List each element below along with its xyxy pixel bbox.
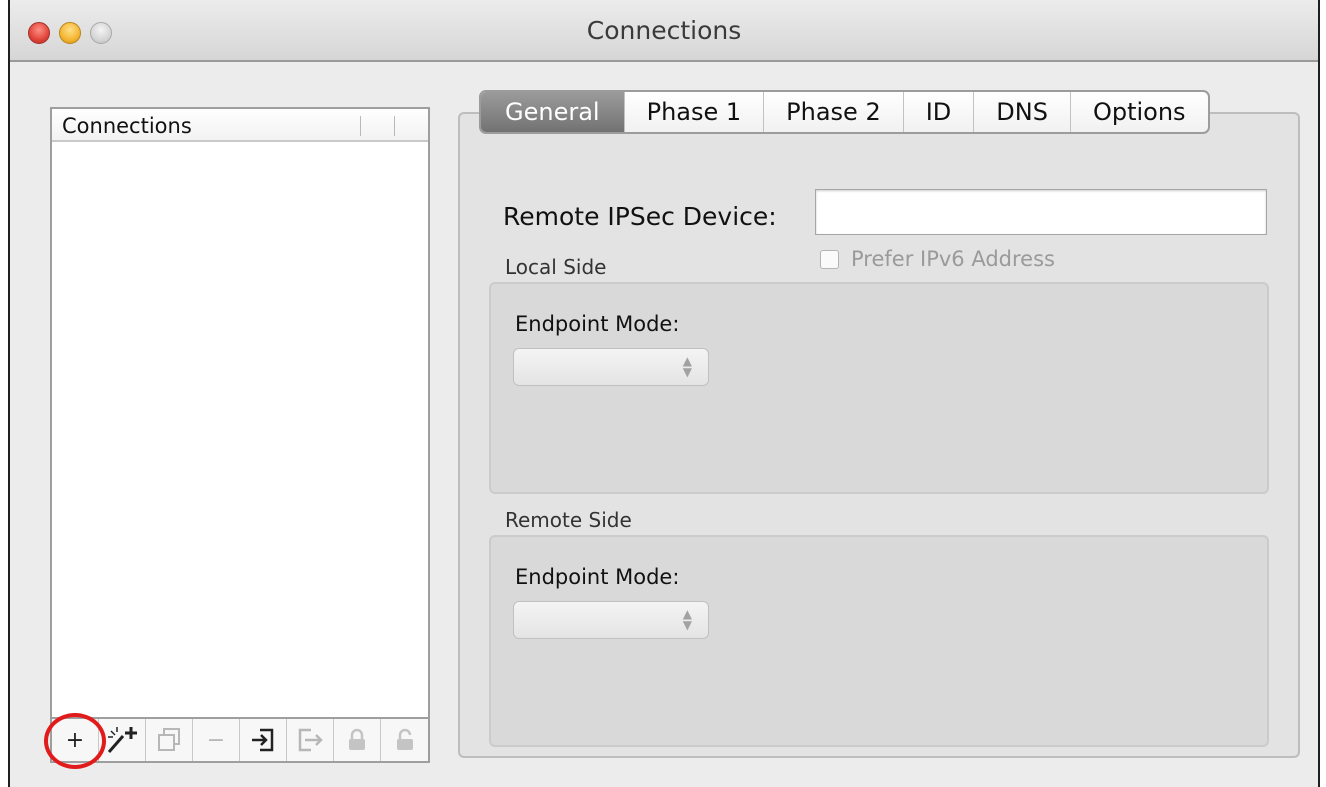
lock-connection-button[interactable] [334,719,381,761]
connections-toolbar: + − [50,719,430,763]
connections-list-header[interactable]: Connections [52,109,428,142]
tab-options[interactable]: Options [1071,92,1208,132]
minus-icon: − [206,727,226,753]
plus-icon: + [65,727,85,753]
column-separator [394,116,395,136]
remote-side-label: Remote Side [505,508,632,532]
magic-wand-plus-icon [107,727,137,753]
local-side-label: Local Side [505,255,607,279]
remote-endpoint-mode-select[interactable]: ▲ ▼ [513,601,709,639]
add-connection-button[interactable]: + [52,719,99,761]
remove-connection-button[interactable]: − [193,719,240,761]
local-endpoint-mode-label: Endpoint Mode: [515,312,680,336]
prefer-ipv6-row: Prefer IPv6 Address [820,247,1055,271]
lock-icon [349,728,365,750]
prefer-ipv6-label: Prefer IPv6 Address [851,247,1055,271]
tab-phase-2[interactable]: Phase 2 [764,92,904,132]
column-separator [360,116,361,136]
connections-column-header: Connections [62,114,192,138]
unlock-connection-button[interactable] [381,719,428,761]
unlock-icon [396,728,413,750]
remote-endpoint-mode-label: Endpoint Mode: [515,565,680,589]
connection-wizard-button[interactable] [99,719,146,761]
export-connection-button[interactable] [287,719,334,761]
prefer-ipv6-checkbox[interactable] [820,249,839,269]
connections-window: Connections Connections + − General Phas… [8,0,1320,787]
duplicate-icon [158,728,180,751]
updown-arrows-icon: ▲ ▼ [682,607,692,632]
remote-ipsec-device-input[interactable] [815,189,1267,235]
local-side-group: Endpoint Mode: ▲ ▼ [489,282,1269,494]
remote-side-group: Endpoint Mode: ▲ ▼ [489,535,1269,747]
tab-phase-1[interactable]: Phase 1 [625,92,765,132]
duplicate-connection-button[interactable] [146,719,193,761]
remote-ipsec-device-label: Remote IPSec Device: [503,202,777,231]
window-content: Connections + − General Phase 1 Phase 2 … [10,62,1318,787]
tab-general[interactable]: General [481,92,625,132]
connections-list[interactable]: Connections [50,107,430,719]
import-icon [252,728,274,752]
updown-arrows-icon: ▲ ▼ [682,354,692,379]
title-bar: Connections [10,0,1318,62]
local-endpoint-mode-select[interactable]: ▲ ▼ [513,348,709,386]
tab-id[interactable]: ID [904,92,975,132]
settings-tabs: General Phase 1 Phase 2 ID DNS Options [479,90,1210,134]
tab-dns[interactable]: DNS [974,92,1071,132]
import-connection-button[interactable] [240,719,287,761]
export-icon [298,728,323,752]
window-title: Connections [586,16,742,45]
